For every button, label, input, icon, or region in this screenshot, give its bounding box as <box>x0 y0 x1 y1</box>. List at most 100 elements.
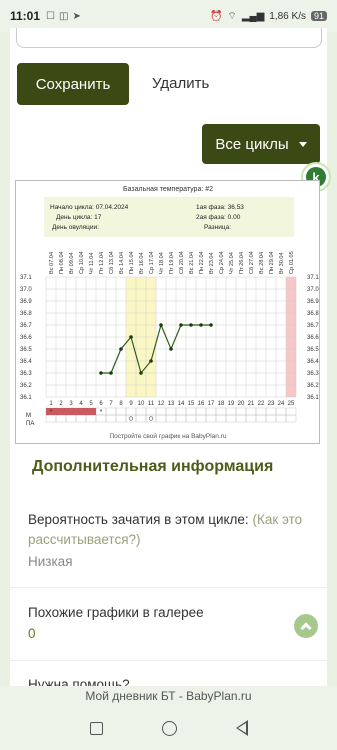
m-marker: * <box>100 409 103 416</box>
pa-cell <box>235 414 247 423</box>
day-label: 6 <box>99 401 103 407</box>
m-cell <box>205 407 217 416</box>
day-label: 24 <box>278 401 285 407</box>
y-tick-label-right: 36.9 <box>307 299 319 305</box>
date-label: Вт 16.04 <box>139 252 145 274</box>
pa-marker <box>128 416 134 421</box>
m-cell <box>165 407 177 416</box>
date-label: Вт 09.04 <box>69 252 75 274</box>
date-label: Пн 29.04 <box>269 251 275 274</box>
day-label: 17 <box>208 401 215 407</box>
pa-cell <box>185 414 197 423</box>
bbt-chart: Базальная температура: #2 Начало цикла: … <box>15 180 320 444</box>
status-right: ⏰ ⌔ ▂▄▆ 1,86 K/s 91 <box>210 10 327 23</box>
date-label: Чт 11.04 <box>89 253 95 274</box>
temperature-point <box>99 371 103 375</box>
date-label: Вс 14.04 <box>119 252 125 274</box>
y-tick-label-right: 36.4 <box>307 359 319 365</box>
m-cell <box>175 407 187 416</box>
wifi-icon: ⌔ <box>227 10 237 22</box>
day-label: 10 <box>138 401 145 407</box>
pa-cell <box>285 414 297 423</box>
signal-icon: ▂▄▆ <box>241 10 265 22</box>
row-pa-label: ПА <box>26 421 34 427</box>
day-label: 9 <box>129 401 133 407</box>
m-marker: * <box>50 409 53 416</box>
pa-cell <box>125 414 137 423</box>
network-speed: 1,86 K/s <box>269 10 306 22</box>
m-cell <box>275 407 287 416</box>
date-label: Ср 24.04 <box>219 251 225 274</box>
date-label: Пт 26.04 <box>239 252 245 274</box>
all-cycles-dropdown[interactable]: Все циклы <box>202 124 320 164</box>
section-title: Дополнительная информация <box>32 458 274 475</box>
chart-title: Базальная температура: #2 <box>123 186 213 193</box>
recent-apps-icon[interactable] <box>89 721 103 735</box>
home-icon[interactable] <box>161 720 177 736</box>
temperature-point <box>159 323 163 327</box>
temperature-point <box>169 347 173 351</box>
temperature-point <box>179 323 183 327</box>
pa-cell <box>85 414 97 423</box>
pa-cell <box>225 414 237 423</box>
date-label: Ср 10.04 <box>79 251 85 274</box>
gallery-label[interactable]: Похожие графики в галерее <box>28 603 308 623</box>
pa-cell <box>155 414 167 423</box>
date-label: Вт 30.04 <box>279 252 285 274</box>
pa-cell <box>95 414 107 423</box>
date-label: Вс 07.04 <box>49 252 55 274</box>
date-label: Вт 23.04 <box>209 252 215 274</box>
y-tick-label-right: 36.3 <box>307 371 319 377</box>
save-button[interactable]: Сохранить <box>17 63 129 105</box>
chart-footer: Постройте свой график на BabyPlan.ru <box>109 432 226 440</box>
y-tick-label-left: 36.8 <box>20 311 32 317</box>
status-time: 11:01 <box>10 9 41 23</box>
m-cell <box>265 407 277 416</box>
pa-cell <box>215 414 227 423</box>
temperature-point <box>199 323 203 327</box>
y-tick-label-left: 36.9 <box>20 299 32 305</box>
pa-cell <box>275 414 287 423</box>
scroll-top-button[interactable] <box>294 614 318 638</box>
temperature-point <box>119 347 123 351</box>
pa-cell <box>175 414 187 423</box>
bbt-chart-svg: Базальная температура: #2 Начало цикла: … <box>20 186 319 440</box>
conception-text: Вероятность зачатия в этом цикле: <box>28 512 249 527</box>
temperature-point <box>209 323 213 327</box>
y-tick-label-left: 37.0 <box>20 287 32 293</box>
date-label: Пн 22.04 <box>199 251 205 274</box>
date-label: Сб 13.04 <box>109 251 115 274</box>
temperature-point <box>139 371 143 375</box>
text-field-bottom[interactable] <box>16 28 322 48</box>
conception-value: Низкая <box>28 554 73 569</box>
pa-cell <box>245 414 257 423</box>
m-cell <box>195 407 207 416</box>
y-tick-label-right: 37.1 <box>307 275 319 281</box>
date-label: Вс 28.04 <box>259 252 265 274</box>
y-tick-label-right: 36.7 <box>307 323 319 329</box>
browser-url-bar[interactable]: Мой дневник БТ - BabyPlan.ru <box>0 686 337 706</box>
menstruation-cell <box>56 408 66 415</box>
date-label: Пн 08.04 <box>59 251 65 274</box>
temperature-point <box>129 335 133 339</box>
m-cell <box>185 407 197 416</box>
delete-button[interactable]: Удалить <box>152 75 209 92</box>
y-tick-label-left: 36.4 <box>20 359 32 365</box>
menstruation-cell <box>86 408 96 415</box>
pa-cell <box>145 414 157 423</box>
y-tick-label-left: 36.3 <box>20 371 32 377</box>
back-icon[interactable] <box>235 720 248 736</box>
y-tick-label-right: 36.8 <box>307 311 319 317</box>
all-cycles-label: Все циклы <box>215 135 289 153</box>
m-cell <box>155 407 167 416</box>
row-m-label: М <box>26 413 31 419</box>
y-tick-label-right: 36.6 <box>307 335 319 341</box>
day-label: 15 <box>188 401 195 407</box>
pa-cell <box>265 414 277 423</box>
status-icons: ☐ ◫ ➤ <box>46 11 81 22</box>
m-cell <box>215 407 227 416</box>
day-label: 3 <box>69 401 73 407</box>
date-label: Чт 18.04 <box>159 252 165 274</box>
y-tick-label-right: 37.0 <box>307 287 319 293</box>
date-label: Пт 19.04 <box>169 252 175 274</box>
